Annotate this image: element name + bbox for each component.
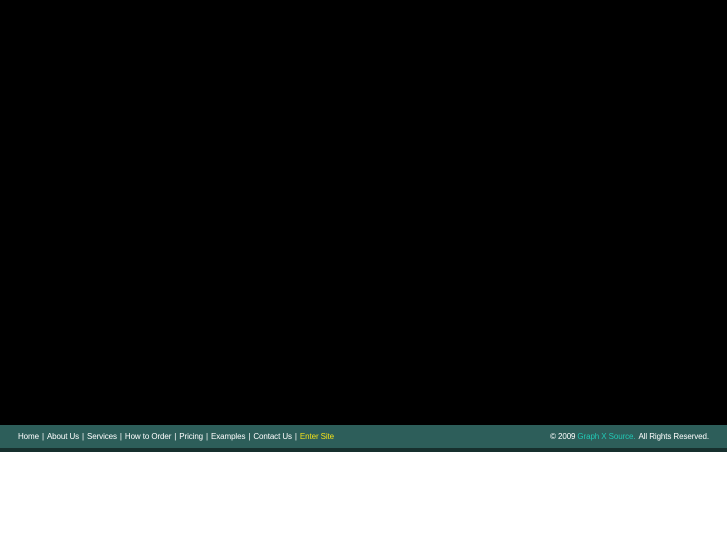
blank-area	[0, 452, 727, 545]
copyright-prefix: © 2009	[550, 432, 576, 441]
nav-separator: |	[82, 432, 85, 441]
nav-link-examples[interactable]: Examples	[211, 432, 245, 441]
nav-link-enter-site[interactable]: Enter Site	[300, 432, 334, 441]
copyright: © 2009 Graph X Source. All Rights Reserv…	[550, 432, 709, 441]
footer-bar: Home | About Us | Services | How to Orde…	[0, 425, 727, 448]
nav-separator: |	[294, 432, 297, 441]
nav-separator: |	[41, 432, 44, 441]
nav-separator: |	[248, 432, 251, 441]
nav-separator: |	[119, 432, 122, 441]
copyright-rights: All Rights Reserved.	[638, 432, 710, 441]
hero-area	[0, 0, 727, 425]
nav-link-pricing[interactable]: Pricing	[179, 432, 203, 441]
nav-link-how-to-order[interactable]: How to Order	[125, 432, 171, 441]
brand-link[interactable]: Graph X Source.	[575, 432, 635, 441]
nav-separator: |	[174, 432, 177, 441]
footer-nav: Home | About Us | Services | How to Orde…	[18, 432, 334, 441]
nav-link-about-us[interactable]: About Us	[47, 432, 79, 441]
nav-link-home[interactable]: Home	[18, 432, 39, 441]
nav-separator: |	[206, 432, 209, 441]
nav-link-services[interactable]: Services	[87, 432, 117, 441]
nav-link-contact-us[interactable]: Contact Us	[253, 432, 292, 441]
page: Home | About Us | Services | How to Orde…	[0, 0, 727, 545]
